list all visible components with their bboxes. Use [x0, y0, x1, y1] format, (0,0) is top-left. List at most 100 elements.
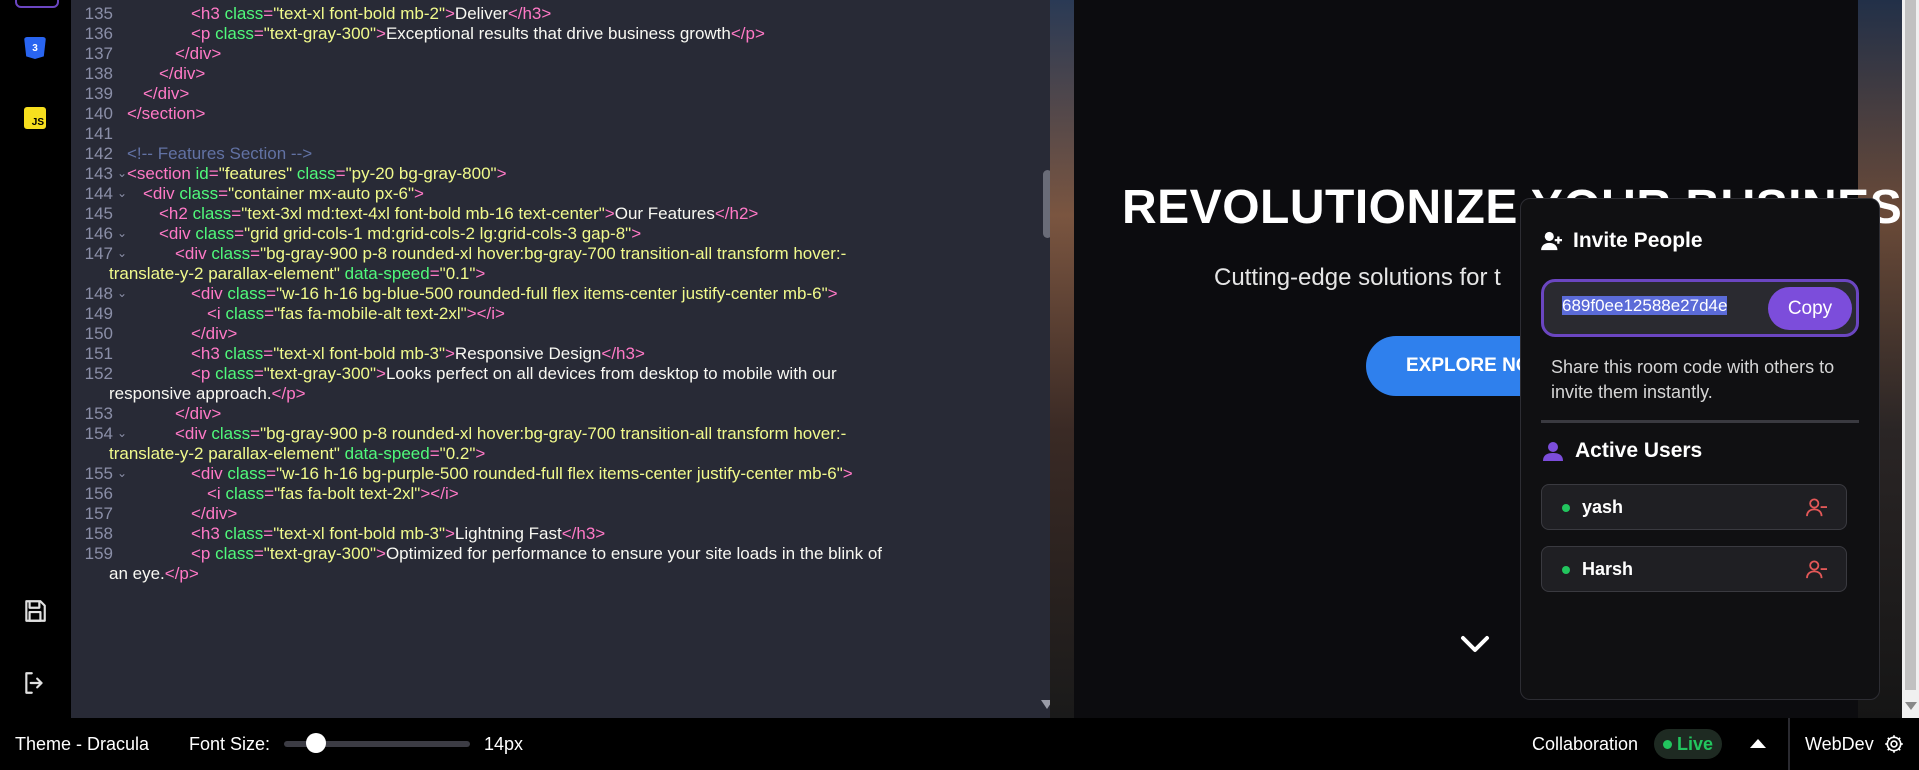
invite-title: Invite People [1541, 229, 1703, 253]
code-line[interactable]: 143 ⌄ <section id="features" class="py-20 … [71, 164, 1038, 184]
save-icon[interactable] [22, 598, 48, 624]
code-editor[interactable]: 135 <h3 class="text-xl font-bold mb-2">De… [71, 0, 1038, 718]
line-number: 158 [84, 524, 113, 543]
code-line[interactable]: translate-y-2 parallax-element" data-spe… [71, 444, 1038, 464]
code-line[interactable]: 140 </section> [71, 104, 1038, 124]
theme-selector[interactable]: Theme - Dracula [15, 734, 149, 755]
code-line[interactable]: an eye.</p> [71, 564, 1038, 584]
code-text: <div class="container mx-auto px-6"> [143, 184, 424, 203]
code-line[interactable]: 142 <!-- Features Section --> [71, 144, 1038, 164]
code-line[interactable]: responsive approach.</p> [71, 384, 1038, 404]
code-line[interactable]: 136 <p class="text-gray-300">Exceptional … [71, 24, 1038, 44]
hero-background-edge [1050, 0, 1074, 718]
js-file-icon[interactable]: JS [24, 107, 46, 129]
line-number: 149 [84, 304, 113, 323]
invite-help-text: Share this room code with others to invi… [1551, 357, 1835, 402]
code-line[interactable]: 151 <h3 class="text-xl font-bold mb-3">Re… [71, 344, 1038, 364]
code-text: <h2 class="text-3xl md:text-4xl font-bol… [159, 204, 759, 223]
scroll-down-arrow-icon[interactable] [1905, 702, 1917, 710]
code-line[interactable]: 144 ⌄ <div class="container mx-auto px-6"> [71, 184, 1038, 204]
code-line[interactable]: 152 <p class="text-gray-300">Looks perfec… [71, 364, 1038, 384]
line-number: 150 [84, 324, 113, 343]
fold-chevron-icon[interactable]: ⌄ [117, 286, 127, 300]
fold-chevron-icon[interactable]: ⌄ [117, 166, 127, 180]
code-text: translate-y-2 parallax-element" data-spe… [109, 264, 486, 283]
font-size-slider[interactable] [284, 733, 470, 753]
online-status-dot [1562, 566, 1570, 574]
code-line[interactable]: 146 ⌄ <div class="grid grid-cols-1 md:grid… [71, 224, 1038, 244]
code-line[interactable]: 135 <h3 class="text-xl font-bold mb-2">De… [71, 4, 1038, 24]
fold-chevron-icon[interactable]: ⌄ [117, 186, 127, 200]
line-number: 141 [84, 124, 113, 143]
code-line[interactable]: 141 [71, 124, 1038, 144]
room-code-field[interactable]: 689f0ee12588e27d4e [1562, 296, 1740, 322]
code-line[interactable]: 139 </div> [71, 84, 1038, 104]
code-text: </div> [175, 44, 222, 63]
line-number: 148 [84, 284, 113, 303]
code-line[interactable]: 147 ⌄ <div class="bg-gray-900 p-8 rounded-… [71, 244, 1038, 264]
code-line[interactable]: 159 <p class="text-gray-300">Optimized fo… [71, 544, 1038, 564]
code-text: <div class="bg-gray-900 p-8 rounded-xl h… [175, 244, 847, 263]
line-number: 138 [84, 64, 113, 83]
code-line[interactable]: 157 </div> [71, 504, 1038, 524]
code-line[interactable]: 155 ⌄ <div class="w-16 h-16 bg-purple-500 … [71, 464, 1038, 484]
status-bar: Theme - Dracula Font Size: 14px Collabor… [0, 718, 1919, 770]
code-line[interactable]: 148 ⌄ <div class="w-16 h-16 bg-blue-500 ro… [71, 284, 1038, 304]
code-line[interactable]: 156 <i class="fas fa-bolt text-2xl"></i> [71, 484, 1038, 504]
user-plus-icon [1541, 231, 1562, 251]
chevron-up-icon[interactable] [1749, 735, 1767, 751]
chevron-down-icon[interactable] [1458, 632, 1492, 656]
line-number: 155 [84, 464, 113, 483]
code-line[interactable]: 137 </div> [71, 44, 1038, 64]
user-minus-icon[interactable] [1806, 498, 1828, 518]
logout-icon[interactable] [22, 670, 48, 696]
code-text: </div> [143, 84, 190, 103]
line-number: 156 [84, 484, 113, 503]
code-line[interactable]: 150 </div> [71, 324, 1038, 344]
user-name: Harsh [1582, 559, 1634, 579]
line-number: 159 [84, 544, 113, 563]
line-number: 142 [84, 144, 113, 163]
line-number: 145 [84, 204, 113, 223]
font-size-slider-knob[interactable] [306, 733, 326, 753]
code-line[interactable]: 158 <h3 class="text-xl font-bold mb-3">Li… [71, 524, 1038, 544]
line-number: 154 [84, 424, 113, 443]
preview-scrollbar[interactable] [1902, 0, 1919, 718]
code-line[interactable]: 149 <i class="fas fa-mobile-alt text-2xl"… [71, 304, 1038, 324]
preview-scrollbar-thumb[interactable] [1905, 0, 1916, 690]
line-number: 151 [84, 344, 113, 363]
live-badge: Live [1654, 729, 1722, 759]
hero-subtitle: Cutting-edge solutions for t [1214, 264, 1501, 291]
code-line[interactable]: 154 ⌄ <div class="bg-gray-900 p-8 rounded-… [71, 424, 1038, 444]
code-text: <div class="w-16 h-16 bg-purple-500 roun… [191, 464, 853, 483]
code-line[interactable]: 153 </div> [71, 404, 1038, 424]
line-number: 157 [84, 504, 113, 523]
code-text: translate-y-2 parallax-element" data-spe… [109, 444, 486, 463]
gear-icon[interactable] [1884, 734, 1904, 754]
app-name: WebDev [1805, 734, 1874, 754]
code-text: </div> [175, 404, 222, 423]
code-text: <section id="features" class="py-20 bg-g… [127, 164, 507, 183]
user-minus-icon[interactable] [1806, 560, 1828, 580]
code-line[interactable]: translate-y-2 parallax-element" data-spe… [71, 264, 1038, 284]
code-line[interactable]: 145 <h2 class="text-3xl md:text-4xl font-… [71, 204, 1038, 224]
css-file-icon[interactable]: 3 [24, 37, 46, 59]
room-code-box: 689f0ee12588e27d4e Copy [1541, 279, 1859, 337]
code-text: </div> [159, 64, 206, 83]
active-file-indicator[interactable] [15, 0, 59, 8]
online-status-dot [1562, 504, 1570, 512]
user-row-harsh: Harsh [1541, 546, 1847, 592]
fold-chevron-icon[interactable]: ⌄ [117, 246, 127, 260]
divider [1541, 420, 1859, 423]
fold-chevron-icon[interactable]: ⌄ [117, 466, 127, 480]
live-dot [1662, 739, 1672, 749]
code-text: <p class="text-gray-300">Optimized for p… [191, 544, 883, 563]
copy-button[interactable]: Copy [1768, 287, 1852, 330]
code-text: <p class="text-gray-300">Exceptional res… [191, 24, 765, 43]
fold-chevron-icon[interactable]: ⌄ [117, 426, 127, 440]
font-size-value: 14px [484, 734, 524, 754]
fold-chevron-icon[interactable]: ⌄ [117, 226, 127, 240]
font-size-label: Font Size: [189, 734, 271, 754]
code-line[interactable]: 138 </div> [71, 64, 1038, 84]
code-text: <h3 class="text-xl font-bold mb-3">Light… [191, 524, 606, 543]
